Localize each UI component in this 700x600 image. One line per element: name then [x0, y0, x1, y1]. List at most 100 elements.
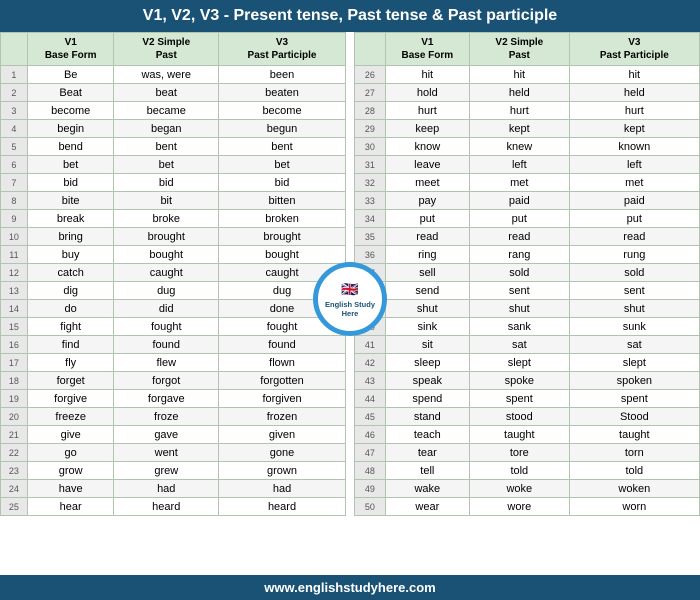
v3-cell: read	[569, 228, 699, 246]
table-row: 23 grow grew grown	[1, 462, 346, 480]
table-row: 45 stand stood Stood	[355, 408, 700, 426]
row-number: 46	[355, 426, 386, 444]
row-number: 20	[1, 408, 28, 426]
v2-cell: began	[114, 120, 219, 138]
v1-cell: bite	[27, 192, 114, 210]
v1-cell: wear	[385, 498, 469, 516]
v2-cell: paid	[469, 192, 569, 210]
table-row: 39 shut shut shut	[355, 300, 700, 318]
table-row: 48 tell told told	[355, 462, 700, 480]
v3-cell: grown	[219, 462, 346, 480]
v2-cell: tore	[469, 444, 569, 462]
v1-cell: speak	[385, 372, 469, 390]
v3-cell: woken	[569, 480, 699, 498]
right-verb-table: V1Base Form V2 SimplePast V3Past Partici…	[354, 32, 700, 516]
v2-cell: wore	[469, 498, 569, 516]
v1-cell: tear	[385, 444, 469, 462]
table-row: 24 have had had	[1, 480, 346, 498]
row-number: 47	[355, 444, 386, 462]
v1-cell: sit	[385, 336, 469, 354]
footer: www.englishstudyhere.com	[0, 575, 700, 600]
v2-cell: caught	[114, 264, 219, 282]
v2-cell: rang	[469, 246, 569, 264]
row-number: 23	[1, 462, 28, 480]
v2-cell: bid	[114, 174, 219, 192]
row-number: 8	[1, 192, 28, 210]
v3-cell: been	[219, 66, 346, 84]
v3-cell: given	[219, 426, 346, 444]
table-row: 49 wake woke woken	[355, 480, 700, 498]
v3-cell: heard	[219, 498, 346, 516]
table-row: 18 forget forgot forgotten	[1, 372, 346, 390]
v1-cell: give	[27, 426, 114, 444]
v3-cell: forgotten	[219, 372, 346, 390]
v2-cell: fought	[114, 318, 219, 336]
v1-cell: forgive	[27, 390, 114, 408]
v3-cell: hurt	[569, 102, 699, 120]
v2-cell: shut	[469, 300, 569, 318]
table-row: 29 keep kept kept	[355, 120, 700, 138]
v2-cell: did	[114, 300, 219, 318]
table-row: 15 fight fought fought	[1, 318, 346, 336]
table-row: 44 spend spent spent	[355, 390, 700, 408]
table-row: 12 catch caught caught	[1, 264, 346, 282]
logo-circle: 🇬🇧 English StudyHere	[315, 264, 385, 334]
v3-cell: spent	[569, 390, 699, 408]
v2-cell: forgave	[114, 390, 219, 408]
row-number: 30	[355, 138, 386, 156]
left-table-section: V1Base Form V2 SimplePast V3Past Partici…	[0, 32, 346, 580]
v2-cell: stood	[469, 408, 569, 426]
v2-cell: bet	[114, 156, 219, 174]
v2-cell: woke	[469, 480, 569, 498]
v2-cell: bent	[114, 138, 219, 156]
table-row: 38 send sent sent	[355, 282, 700, 300]
v2-cell: spent	[469, 390, 569, 408]
v1-cell: put	[385, 210, 469, 228]
logo-text: English StudyHere	[325, 300, 375, 318]
v2-cell: found	[114, 336, 219, 354]
row-number: 2	[1, 84, 28, 102]
v2-cell: had	[114, 480, 219, 498]
v2-cell: sat	[469, 336, 569, 354]
row-number: 1	[1, 66, 28, 84]
right-table-section: V1Base Form V2 SimplePast V3Past Partici…	[354, 32, 700, 580]
table-row: 28 hurt hurt hurt	[355, 102, 700, 120]
row-number: 10	[1, 228, 28, 246]
table-row: 25 hear heard heard	[1, 498, 346, 516]
left-table-body: 1 Be was, were been 2 Beat beat beaten 3…	[1, 66, 346, 516]
v2-cell: flew	[114, 354, 219, 372]
right-table-body: 26 hit hit hit 27 hold held held 28 hurt…	[355, 66, 700, 516]
table-row: 13 dig dug dug	[1, 282, 346, 300]
v1-cell: hold	[385, 84, 469, 102]
table-row: 32 meet met met	[355, 174, 700, 192]
row-number: 33	[355, 192, 386, 210]
table-row: 9 break broke broken	[1, 210, 346, 228]
v2-cell: beat	[114, 84, 219, 102]
v2-cell: was, were	[114, 66, 219, 84]
v2-cell: froze	[114, 408, 219, 426]
header: V1, V2, V3 - Present tense, Past tense &…	[0, 0, 700, 32]
row-number: 19	[1, 390, 28, 408]
v1-cell: fight	[27, 318, 114, 336]
v3-cell: torn	[569, 444, 699, 462]
row-number: 13	[1, 282, 28, 300]
v1-cell: keep	[385, 120, 469, 138]
row-number: 35	[355, 228, 386, 246]
v3-cell: met	[569, 174, 699, 192]
v3-cell: beaten	[219, 84, 346, 102]
v3-cell: begun	[219, 120, 346, 138]
table-row: 8 bite bit bitten	[1, 192, 346, 210]
v1-cell: do	[27, 300, 114, 318]
v1-cell: go	[27, 444, 114, 462]
v1-cell: Beat	[27, 84, 114, 102]
row-number: 36	[355, 246, 386, 264]
table-row: 30 know knew known	[355, 138, 700, 156]
row-number: 42	[355, 354, 386, 372]
v1-cell: fly	[27, 354, 114, 372]
v3-cell: left	[569, 156, 699, 174]
flag-icon: 🇬🇧	[341, 281, 358, 298]
table-row: 11 buy bought bought	[1, 246, 346, 264]
v3-cell: found	[219, 336, 346, 354]
table-row: 27 hold held held	[355, 84, 700, 102]
table-row: 35 read read read	[355, 228, 700, 246]
